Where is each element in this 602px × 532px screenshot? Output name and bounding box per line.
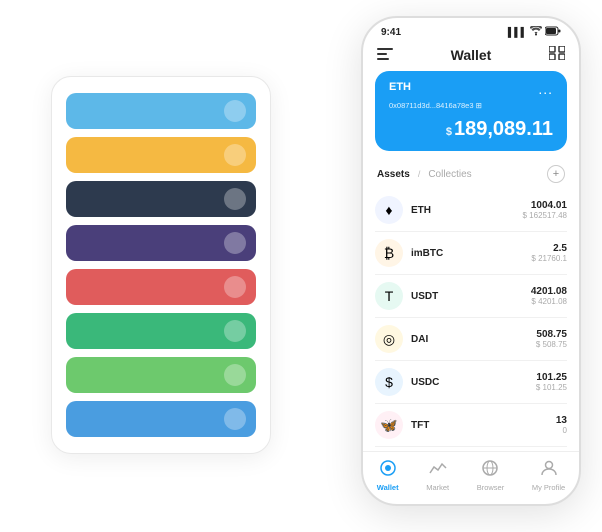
signal-icon: ▌▌▌ — [508, 27, 527, 37]
asset-amount-usd: $ 4201.08 — [531, 297, 567, 306]
card-bar[interactable] — [66, 137, 256, 173]
nav-market[interactable]: Market — [426, 460, 449, 492]
asset-amounts: 508.75$ 508.75 — [536, 329, 567, 349]
asset-icon: T — [375, 282, 403, 310]
browser-nav-icon — [481, 460, 499, 481]
nav-profile[interactable]: My Profile — [532, 460, 565, 492]
assets-tab[interactable]: Assets — [377, 169, 410, 180]
expand-icon[interactable] — [549, 46, 565, 63]
asset-amount-usd: $ 162517.48 — [523, 211, 568, 220]
header-title: Wallet — [451, 47, 492, 63]
status-icons: ▌▌▌ — [508, 26, 561, 38]
asset-icon: ₿ — [375, 239, 403, 267]
time-display: 9:41 — [381, 27, 401, 38]
wallet-nav-icon — [379, 460, 397, 481]
asset-amount-usd: $ 21760.1 — [531, 254, 567, 263]
phone-header: Wallet — [363, 42, 579, 71]
card-bar[interactable] — [66, 225, 256, 261]
card-stack — [51, 76, 271, 454]
asset-item[interactable]: 🦋 TFT130 — [375, 404, 567, 447]
card-bar-icon — [224, 144, 246, 166]
asset-icon: 🦋 — [375, 411, 403, 439]
card-bar[interactable] — [66, 401, 256, 437]
card-bar[interactable] — [66, 93, 256, 129]
collectibles-tab[interactable]: Collecties — [428, 169, 471, 180]
card-bar-icon — [224, 364, 246, 386]
card-bar[interactable] — [66, 269, 256, 305]
asset-name: DAI — [411, 334, 536, 345]
asset-amount-main: 2.5 — [531, 243, 567, 254]
card-bar-icon — [224, 232, 246, 254]
card-bar-icon — [224, 100, 246, 122]
browser-nav-label: Browser — [477, 483, 505, 492]
asset-amount-usd: $ 101.25 — [536, 383, 567, 392]
asset-amounts: 101.25$ 101.25 — [536, 372, 567, 392]
tab-divider: / — [418, 169, 421, 179]
asset-amounts: 1004.01$ 162517.48 — [523, 200, 568, 220]
market-nav-label: Market — [426, 483, 449, 492]
asset-name: ETH — [411, 205, 523, 216]
assets-header: Assets / Collecties + — [363, 161, 579, 189]
asset-item[interactable]: ◎ DAI508.75$ 508.75 — [375, 318, 567, 361]
phone-frame: 9:41 ▌▌▌ Wallet ETH — [361, 16, 581, 506]
asset-amounts: 2.5$ 21760.1 — [531, 243, 567, 263]
asset-icon: ◎ — [375, 325, 403, 353]
asset-list: ♦ ETH1004.01$ 162517.48 ₿ imBTC2.5$ 21760.1… — [363, 189, 579, 451]
market-nav-icon — [429, 460, 447, 481]
card-bar-icon — [224, 188, 246, 210]
asset-amount-main: 101.25 — [536, 372, 567, 383]
profile-nav-icon — [540, 460, 558, 481]
asset-name: USDT — [411, 291, 531, 302]
asset-amounts: 130 — [556, 415, 567, 435]
asset-item[interactable]: T USDT4201.08$ 4201.08 — [375, 275, 567, 318]
scene: 9:41 ▌▌▌ Wallet ETH — [21, 16, 581, 516]
asset-item[interactable]: ♦ ETH1004.01$ 162517.48 — [375, 189, 567, 232]
eth-amount-value: 189,089.11 — [454, 118, 553, 140]
card-bar[interactable] — [66, 313, 256, 349]
menu-icon[interactable] — [377, 47, 393, 63]
bottom-nav: Wallet Market Browser My Profile — [363, 451, 579, 504]
asset-item[interactable]: ₿ imBTC2.5$ 21760.1 — [375, 232, 567, 275]
eth-card[interactable]: ETH ... 0x08711d3d...8416a78e3 ⊞ $189,08… — [375, 71, 567, 151]
asset-amount-usd: $ 508.75 — [536, 340, 567, 349]
card-bar-icon — [224, 320, 246, 342]
asset-icon: $ — [375, 368, 403, 396]
asset-amounts: 4201.08$ 4201.08 — [531, 286, 567, 306]
nav-browser[interactable]: Browser — [477, 460, 505, 492]
asset-name: TFT — [411, 420, 556, 431]
asset-amount-main: 4201.08 — [531, 286, 567, 297]
battery-icon — [545, 26, 561, 38]
eth-card-more-button[interactable]: ... — [538, 81, 553, 97]
profile-nav-label: My Profile — [532, 483, 565, 492]
asset-name: imBTC — [411, 248, 531, 259]
asset-amount-main: 508.75 — [536, 329, 567, 340]
wifi-icon — [530, 26, 542, 38]
wallet-nav-label: Wallet — [377, 483, 399, 492]
asset-item[interactable]: $ USDC101.25$ 101.25 — [375, 361, 567, 404]
assets-tabs: Assets / Collecties — [377, 169, 472, 180]
eth-card-amount: $189,089.11 — [389, 118, 553, 141]
card-bar-icon — [224, 276, 246, 298]
status-bar: 9:41 ▌▌▌ — [363, 18, 579, 42]
nav-wallet[interactable]: Wallet — [377, 460, 399, 492]
currency-symbol: $ — [446, 126, 452, 138]
eth-card-label: ETH — [389, 81, 411, 93]
card-bar[interactable] — [66, 181, 256, 217]
eth-card-top: ETH ... — [389, 81, 553, 97]
card-bar-icon — [224, 408, 246, 430]
eth-card-address: 0x08711d3d...8416a78e3 ⊞ — [389, 101, 553, 110]
asset-amount-main: 1004.01 — [523, 200, 568, 211]
card-bar[interactable] — [66, 357, 256, 393]
asset-amount-main: 13 — [556, 415, 567, 426]
asset-icon: ♦ — [375, 196, 403, 224]
add-asset-button[interactable]: + — [547, 165, 565, 183]
asset-amount-usd: 0 — [556, 426, 567, 435]
asset-name: USDC — [411, 377, 536, 388]
